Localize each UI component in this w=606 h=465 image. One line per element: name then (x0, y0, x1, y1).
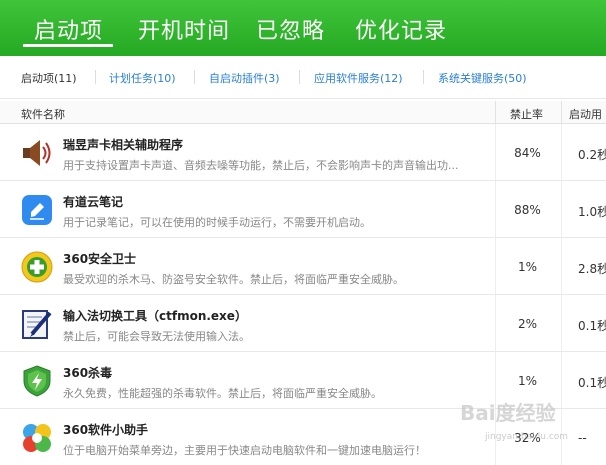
startup-time: 0.1秒 (578, 319, 606, 333)
column-header-name[interactable]: 软件名称 (21, 106, 65, 122)
table-row[interactable]: 瑞昱声卡相关辅助程序 用于支持设置声卡声道、音频去噪等功能，禁止后，不会影响声卡… (0, 124, 606, 181)
disable-rate: 1% (517, 260, 538, 274)
divider (495, 124, 496, 180)
software-name: 瑞昱声卡相关辅助程序 (63, 138, 184, 152)
software-name: 输入法切换工具（ctfmon.exe） (63, 309, 247, 323)
divider (561, 124, 562, 180)
divider (194, 70, 195, 84)
software-description: 位于电脑开始菜单旁边，主要用于快速启动电脑软件和一键加速电脑运行！ (63, 444, 426, 457)
youdao-note-icon (20, 193, 54, 227)
subtab-scheduled-tasks[interactable]: 计划任务(10) (109, 70, 176, 86)
column-header-rate[interactable]: 禁止率 (510, 106, 543, 122)
disable-rate: 2% (517, 317, 538, 331)
divider (561, 352, 562, 408)
software-name: 有道云笔记 (63, 195, 124, 209)
360-safe-icon (20, 250, 54, 284)
360-helper-icon (20, 421, 54, 455)
startup-time: 1.0秒 (578, 205, 606, 219)
table-row[interactable]: 输入法切换工具（ctfmon.exe） 禁止后，可能会导致无法使用输入法。 2%… (0, 295, 606, 352)
divider (423, 70, 424, 84)
subtab-autostart-plugins[interactable]: 自启动插件(3) (209, 70, 280, 86)
tab-boot-time[interactable]: 开机时间 (138, 13, 230, 45)
speaker-icon (20, 136, 54, 170)
divider (495, 295, 496, 351)
divider (561, 295, 562, 351)
software-description: 最受欢迎的杀木马、防盗号安全软件。禁止后，将面临严重安全威胁。 (63, 273, 404, 286)
startup-time: 0.1秒 (578, 376, 606, 390)
startup-time: -- (578, 431, 587, 445)
divider (495, 238, 496, 294)
software-name: 360杀毒 (63, 366, 113, 380)
table-header: 软件名称 禁止率 启动用 (0, 101, 606, 124)
disable-rate: 1% (517, 374, 538, 388)
software-description: 用于记录笔记，可以在使用的时候手动运行，不需要开机启动。 (63, 216, 371, 229)
table-row[interactable]: 360安全卫士 最受欢迎的杀木马、防盗号安全软件。禁止后，将面临严重安全威胁。 … (0, 238, 606, 295)
subtab-app-services[interactable]: 应用软件服务(12) (314, 70, 403, 86)
software-description: 用于支持设置声卡声道、音频去噪等功能，禁止后，不会影响声卡的声音输出功... (63, 159, 459, 172)
tab-ignored[interactable]: 已忽略 (256, 13, 325, 45)
top-nav-bar: 启动项 开机时间 已忽略 优化记录 (0, 0, 606, 56)
table-row[interactable]: 有道云笔记 用于记录笔记，可以在使用的时候手动运行，不需要开机启动。 88% 1… (0, 181, 606, 238)
software-description: 永久免费，性能超强的杀毒软件。禁止后，将面临严重安全威胁。 (63, 387, 382, 400)
360-antivirus-icon (20, 364, 54, 398)
ime-switch-icon (20, 307, 54, 341)
column-divider[interactable] (561, 101, 562, 123)
startup-time: 0.2秒 (578, 148, 606, 162)
subtab-system-services[interactable]: 系统关键服务(50) (438, 70, 527, 86)
disable-rate: 88% (514, 203, 541, 217)
column-header-time[interactable]: 启动用 (569, 106, 602, 122)
divider (299, 70, 300, 84)
software-description: 禁止后，可能会导致无法使用输入法。 (63, 330, 250, 343)
divider (561, 181, 562, 237)
column-divider[interactable] (495, 101, 496, 123)
sub-tab-bar: 启动项(11) 计划任务(10) 自启动插件(3) 应用软件服务(12) 系统关… (0, 56, 606, 99)
watermark: Bai度经验 (460, 401, 556, 425)
divider (561, 238, 562, 294)
tab-startup[interactable]: 启动项 (34, 13, 103, 45)
software-name: 360安全卫士 (63, 252, 137, 266)
software-name: 360软件小助手 (63, 423, 149, 437)
divider (95, 70, 96, 84)
subtab-startup-items[interactable]: 启动项(11) (21, 70, 77, 86)
active-tab-indicator (23, 44, 113, 47)
startup-time: 2.8秒 (578, 262, 606, 276)
disable-rate: 84% (514, 146, 541, 160)
divider (495, 181, 496, 237)
tab-optimize-log[interactable]: 优化记录 (355, 13, 447, 45)
watermark-url: jingyan.baidu.com (485, 432, 569, 442)
